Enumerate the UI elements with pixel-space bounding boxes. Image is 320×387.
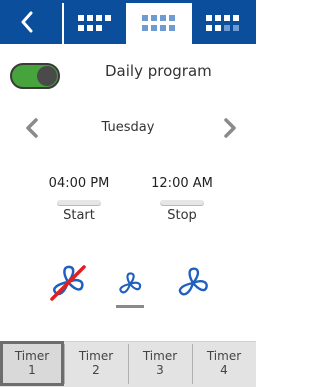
timer-label: Timer	[14, 349, 50, 363]
chevron-left-icon	[21, 11, 33, 33]
grid-icon	[78, 15, 111, 31]
fan-high-icon	[178, 267, 208, 296]
program-enable-toggle[interactable]	[10, 63, 60, 89]
day-label: Tuesday	[101, 120, 155, 135]
fan-off-icon	[50, 265, 86, 301]
tab-timer-3[interactable]: Timer 3	[128, 341, 192, 386]
stop-label: Stop	[167, 208, 197, 223]
tab-schedule-view-3[interactable]	[192, 3, 254, 44]
grid-icon	[142, 15, 175, 31]
stop-time-slider[interactable]	[160, 200, 204, 206]
chevron-right-icon	[224, 118, 236, 138]
timer-number: 2	[92, 363, 100, 377]
fan-low-icon	[119, 272, 142, 294]
timer-number: 3	[156, 363, 164, 377]
timer-number: 4	[220, 363, 228, 377]
fan-high-button[interactable]	[174, 264, 212, 306]
fan-off-button[interactable]	[48, 262, 88, 306]
timer-number: 1	[28, 363, 36, 377]
back-button[interactable]	[0, 0, 55, 44]
timer-label: Timer	[206, 349, 242, 363]
start-label: Start	[63, 208, 95, 223]
timer-label: Timer	[142, 349, 178, 363]
fan-low-button[interactable]	[116, 270, 144, 302]
tab-timer-2[interactable]: Timer 2	[64, 341, 128, 386]
program-title: Daily program	[105, 62, 212, 80]
toggle-knob	[37, 66, 57, 86]
fan-selected-indicator	[116, 305, 144, 308]
next-day-button[interactable]	[220, 116, 240, 140]
tab-timer-1[interactable]: Timer 1	[0, 341, 64, 386]
timer-label: Timer	[78, 349, 114, 363]
start-time-slider[interactable]	[57, 200, 101, 206]
grid-icon	[206, 15, 239, 31]
tab-schedule-view-2[interactable]	[128, 3, 190, 44]
stop-time-value: 12:00 AM	[151, 176, 213, 191]
tab-timer-4[interactable]: Timer 4	[192, 341, 256, 386]
tab-schedule-view-1[interactable]	[64, 3, 126, 44]
start-time-value: 04:00 PM	[48, 176, 110, 191]
